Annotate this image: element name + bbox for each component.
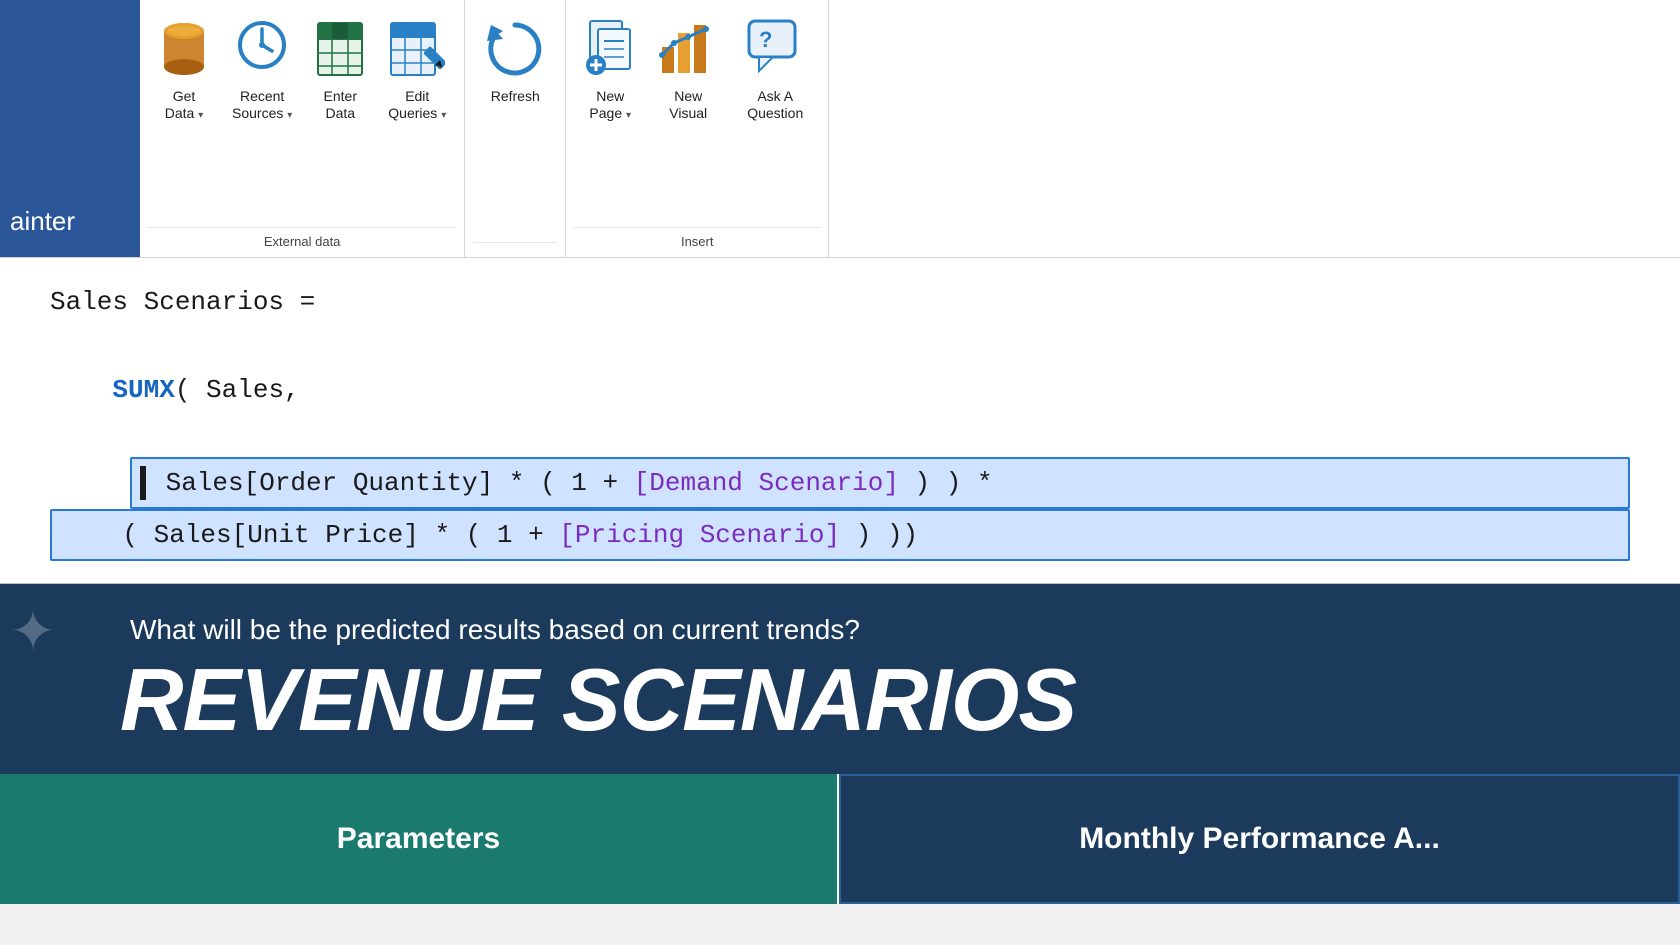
refresh-icon — [483, 14, 547, 84]
insert-buttons: New Page ▾ — [574, 0, 820, 223]
external-data-label: External data — [148, 227, 456, 257]
enter-data-label: Enter Data — [324, 88, 357, 122]
banner-title: REVENUE SCENARIOS — [120, 656, 1620, 744]
monthly-performance-card[interactable]: Monthly Performance A... — [839, 774, 1680, 904]
refresh-label: Refresh — [491, 88, 540, 105]
parameters-card-label: Parameters — [337, 822, 500, 856]
edit-queries-icon — [389, 14, 445, 84]
enter-data-icon — [314, 14, 366, 84]
ask-question-icon: ? — [745, 14, 805, 84]
new-page-label: New Page ▾ — [589, 88, 631, 122]
formula-line3-selected: Sales[Order Quantity] * ( 1 + [Demand Sc… — [130, 457, 1630, 509]
edit-queries-button[interactable]: Edit Queries ▾ — [378, 8, 456, 128]
enter-data-button[interactable]: Enter Data — [304, 8, 376, 128]
refresh-group-label — [473, 242, 557, 257]
refresh-button[interactable]: Refresh — [473, 8, 557, 111]
svg-text:?: ? — [759, 27, 772, 52]
recent-sources-label: Recent Sources ▾ — [232, 88, 292, 122]
new-page-button[interactable]: New Page ▾ — [574, 8, 646, 128]
app-name-clipped: ainter — [10, 206, 75, 237]
ribbon: ainter — [0, 0, 1680, 258]
ask-question-button[interactable]: ? Ask A Question — [730, 8, 820, 128]
new-visual-icon — [658, 14, 718, 84]
ribbon-groups: Get Data ▾ — [140, 0, 1680, 257]
get-data-icon — [158, 14, 210, 84]
ribbon-app-label: ainter — [0, 0, 140, 257]
refresh-buttons: Refresh — [473, 0, 557, 238]
formula-bar[interactable]: Sales Scenarios = SUMX( Sales, Sales[Ord… — [0, 258, 1680, 584]
recent-sources-icon — [236, 14, 288, 84]
new-page-icon — [584, 14, 636, 84]
ribbon-group-refresh: Refresh — [465, 0, 566, 257]
ribbon-group-insert: New Page ▾ — [566, 0, 829, 257]
external-data-buttons: Get Data ▾ — [148, 0, 456, 223]
banner-logo-icon: ✦ — [10, 604, 56, 659]
new-visual-label: New Visual — [669, 88, 707, 122]
ask-question-label: Ask A Question — [747, 88, 803, 122]
get-data-label: Get Data ▾ — [165, 88, 204, 122]
get-data-button[interactable]: Get Data ▾ — [148, 8, 220, 128]
banner-subtitle: What will be the predicted results based… — [130, 614, 1620, 646]
new-visual-button[interactable]: New Visual — [648, 8, 728, 128]
revenue-scenarios-banner: ✦ What will be the predicted results bas… — [0, 584, 1680, 774]
bottom-cards-row: Parameters Monthly Performance A... — [0, 774, 1680, 904]
edit-queries-label: Edit Queries ▾ — [388, 88, 446, 122]
parameters-card[interactable]: Parameters — [0, 774, 839, 904]
formula-line2: SUMX( Sales, — [50, 324, 1630, 457]
insert-label: Insert — [574, 227, 820, 257]
formula-line4-selected: ( Sales[Unit Price] * ( 1 + [Pricing Sce… — [50, 509, 1630, 561]
monthly-performance-label: Monthly Performance A... — [1079, 822, 1440, 856]
recent-sources-button[interactable]: Recent Sources ▾ — [222, 8, 302, 128]
formula-line1: Sales Scenarios = — [50, 280, 1630, 324]
ribbon-group-external-data: Get Data ▾ — [140, 0, 465, 257]
